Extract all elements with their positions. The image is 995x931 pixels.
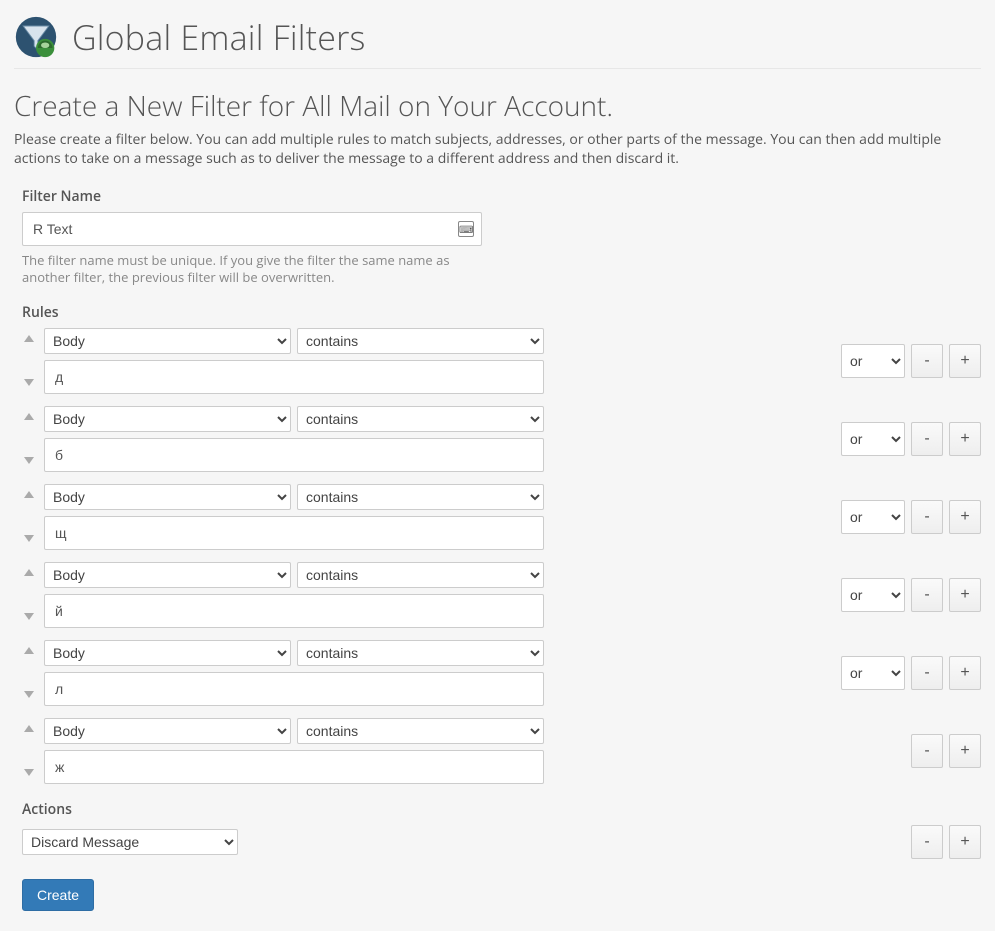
rule-row: Bodycontains or-+ bbox=[22, 562, 981, 628]
remove-rule-button[interactable]: - bbox=[911, 734, 943, 768]
filter-name-label: Filter Name bbox=[22, 187, 981, 206]
rule-part-select[interactable]: Body bbox=[44, 562, 291, 588]
rule-row: Bodycontains -+ bbox=[22, 718, 981, 784]
remove-rule-button[interactable]: - bbox=[911, 422, 943, 456]
rule-value-input[interactable] bbox=[44, 672, 544, 706]
rule-match-select[interactable]: contains bbox=[297, 562, 544, 588]
rule-value-input[interactable] bbox=[44, 438, 544, 472]
filter-icon bbox=[14, 15, 58, 59]
rule-match-select[interactable]: contains bbox=[297, 406, 544, 432]
rule-logic-select[interactable]: or bbox=[841, 422, 905, 456]
rule-match-select[interactable]: contains bbox=[297, 328, 544, 354]
remove-rule-button[interactable]: - bbox=[911, 578, 943, 612]
remove-rule-button[interactable]: - bbox=[911, 500, 943, 534]
action-select[interactable]: Discard Message bbox=[22, 829, 238, 855]
add-action-button[interactable]: + bbox=[949, 825, 981, 859]
rule-match-select[interactable]: contains bbox=[297, 484, 544, 510]
move-down-icon[interactable] bbox=[22, 376, 36, 390]
remove-action-button[interactable]: - bbox=[911, 825, 943, 859]
move-up-icon[interactable] bbox=[22, 722, 36, 736]
rule-row: Bodycontains or-+ bbox=[22, 406, 981, 472]
filter-name-hint: The filter name must be unique. If you g… bbox=[22, 252, 482, 287]
filter-name-input[interactable] bbox=[22, 212, 482, 246]
page-description: Please create a filter below. You can ad… bbox=[14, 131, 974, 169]
move-down-icon[interactable] bbox=[22, 532, 36, 546]
page-subtitle: Create a New Filter for All Mail on Your… bbox=[14, 87, 981, 125]
move-up-icon[interactable] bbox=[22, 488, 36, 502]
page-title: Global Email Filters bbox=[72, 14, 366, 60]
add-rule-button[interactable]: + bbox=[949, 734, 981, 768]
rule-logic-select[interactable]: or bbox=[841, 500, 905, 534]
rule-row: Bodycontains or-+ bbox=[22, 484, 981, 550]
move-up-icon[interactable] bbox=[22, 410, 36, 424]
rule-value-input[interactable] bbox=[44, 594, 544, 628]
rule-part-select[interactable]: Body bbox=[44, 718, 291, 744]
rule-row: Bodycontains or-+ bbox=[22, 328, 981, 394]
rule-part-select[interactable]: Body bbox=[44, 406, 291, 432]
rule-logic-select[interactable]: or bbox=[841, 578, 905, 612]
rule-match-select[interactable]: contains bbox=[297, 718, 544, 744]
rule-value-input[interactable] bbox=[44, 516, 544, 550]
move-down-icon[interactable] bbox=[22, 766, 36, 780]
remove-rule-button[interactable]: - bbox=[911, 656, 943, 690]
keyboard-icon: ⌨ bbox=[458, 221, 474, 237]
rules-label: Rules bbox=[22, 303, 981, 322]
rule-match-select[interactable]: contains bbox=[297, 640, 544, 666]
rule-value-input[interactable] bbox=[44, 360, 544, 394]
add-rule-button[interactable]: + bbox=[949, 422, 981, 456]
move-down-icon[interactable] bbox=[22, 454, 36, 468]
add-rule-button[interactable]: + bbox=[949, 500, 981, 534]
create-button[interactable]: Create bbox=[22, 879, 94, 911]
move-up-icon[interactable] bbox=[22, 644, 36, 658]
remove-rule-button[interactable]: - bbox=[911, 344, 943, 378]
add-rule-button[interactable]: + bbox=[949, 656, 981, 690]
rule-value-input[interactable] bbox=[44, 750, 544, 784]
actions-label: Actions bbox=[22, 800, 981, 819]
rule-row: Bodycontains or-+ bbox=[22, 640, 981, 706]
rule-part-select[interactable]: Body bbox=[44, 640, 291, 666]
add-rule-button[interactable]: + bbox=[949, 578, 981, 612]
rule-part-select[interactable]: Body bbox=[44, 484, 291, 510]
move-down-icon[interactable] bbox=[22, 610, 36, 624]
move-up-icon[interactable] bbox=[22, 332, 36, 346]
add-rule-button[interactable]: + bbox=[949, 344, 981, 378]
rule-logic-select[interactable]: or bbox=[841, 344, 905, 378]
move-down-icon[interactable] bbox=[22, 688, 36, 702]
rule-logic-select[interactable]: or bbox=[841, 656, 905, 690]
rule-part-select[interactable]: Body bbox=[44, 328, 291, 354]
move-up-icon[interactable] bbox=[22, 566, 36, 580]
